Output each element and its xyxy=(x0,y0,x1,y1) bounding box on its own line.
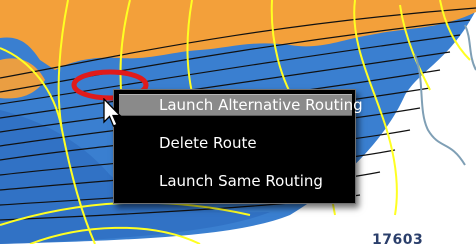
arrow-cursor-icon xyxy=(103,98,122,127)
context-menu: Launch Alternative Routing Delete Route … xyxy=(113,89,363,204)
menu-item-launch-alternative-routing[interactable]: Launch Alternative Routing xyxy=(119,94,363,116)
menu-item-label: Delete Route xyxy=(159,134,257,152)
map-corner-label: 17603 xyxy=(372,232,424,248)
menu-item-label: Launch Same Routing xyxy=(159,172,323,190)
menu-item-launch-same-routing[interactable]: Launch Same Routing xyxy=(119,170,352,192)
menu-item-label: Launch Alternative Routing xyxy=(159,96,363,114)
menu-item-delete-route[interactable]: Delete Route xyxy=(119,132,352,154)
